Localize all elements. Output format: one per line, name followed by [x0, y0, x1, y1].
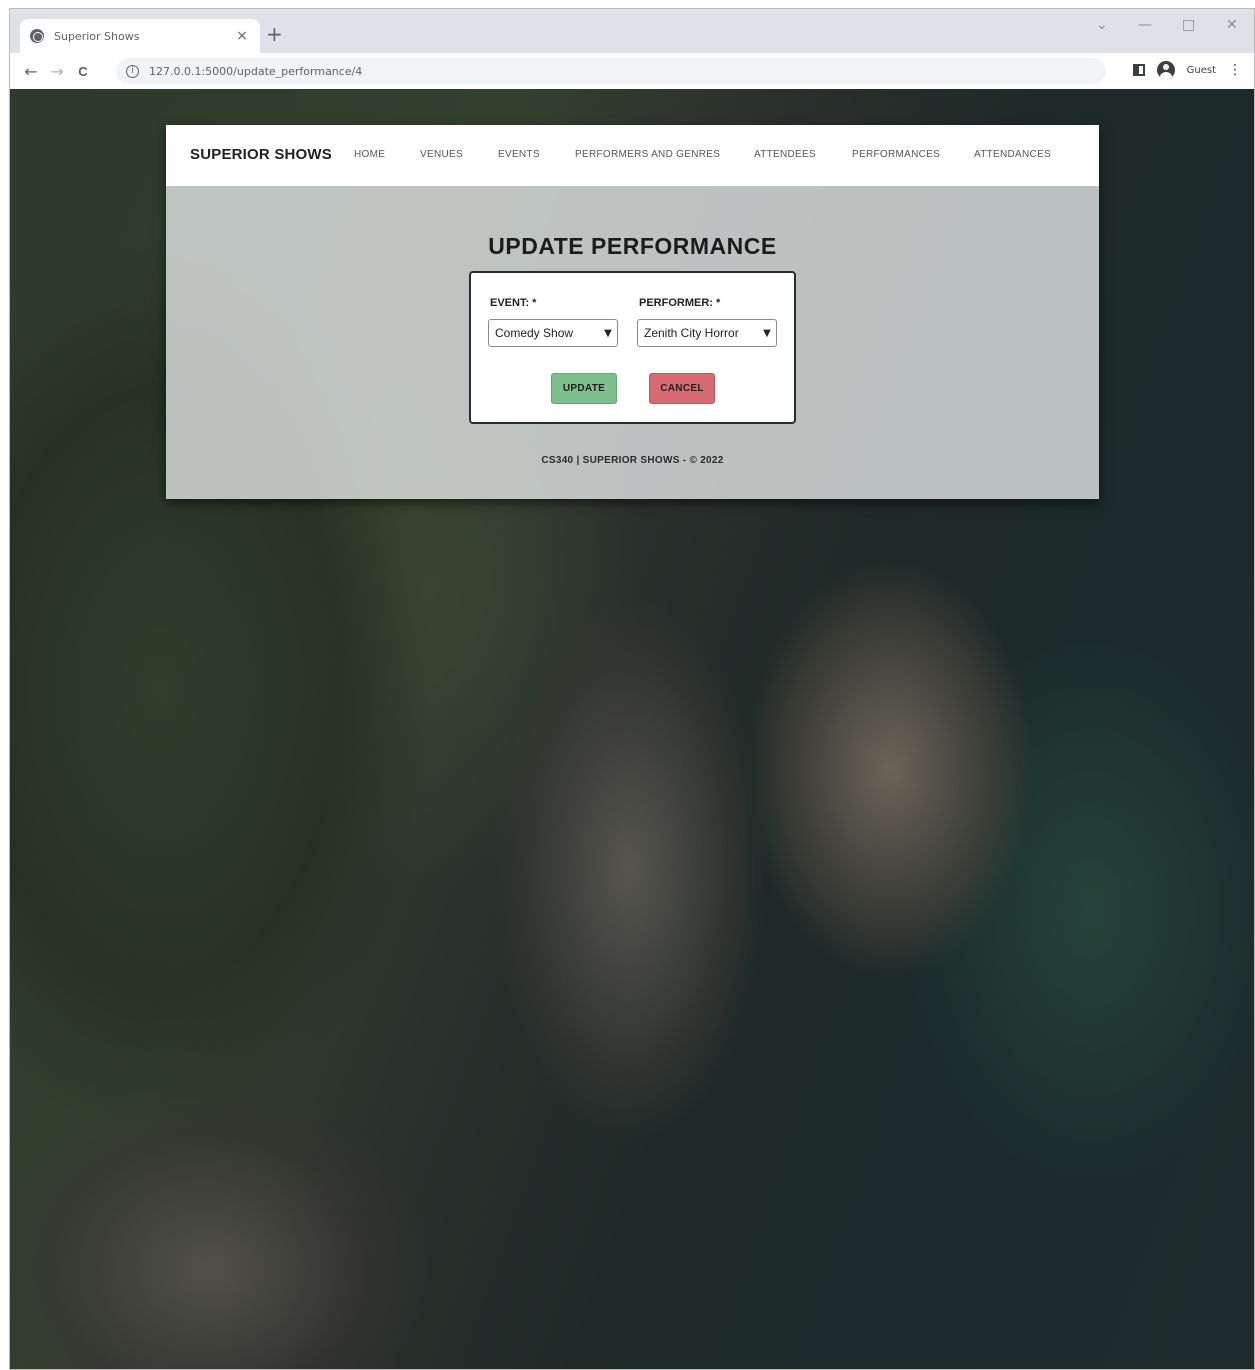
- url-text: 127.0.0.1:5000/update_performance/4: [149, 64, 363, 78]
- page-footer: CS340 | SUPERIOR SHOWS - © 2022: [541, 455, 724, 466]
- tab-strip: Superior Shows × + ⌄ — □ ✕: [10, 9, 1254, 53]
- profile-label[interactable]: Guest: [1187, 65, 1216, 76]
- tab-close-icon[interactable]: ×: [234, 28, 250, 44]
- minimize-button[interactable]: —: [1138, 17, 1152, 33]
- chevron-down-icon: ▼: [604, 327, 612, 339]
- event-label: EVENT: *: [490, 297, 537, 309]
- nav-link-attendances[interactable]: ATTENDANCES: [974, 149, 1051, 160]
- performer-label: PERFORMER: *: [639, 297, 721, 309]
- performer-select[interactable]: Zenith City Horror ▼: [637, 319, 777, 347]
- page-viewport: SUPERIOR SHOWS HOME VENUES EVENTS PERFOR…: [10, 89, 1254, 1369]
- nav-link-events[interactable]: EVENTS: [498, 149, 540, 160]
- nav-link-venues[interactable]: VENUES: [420, 149, 463, 160]
- nav-link-home[interactable]: HOME: [354, 149, 385, 160]
- info-icon[interactable]: i: [126, 64, 139, 78]
- page-title: UPDATE PERFORMANCE: [488, 233, 777, 259]
- update-performance-form: EVENT: * Comedy Show ▼ PERFORMER: * Zeni…: [469, 271, 796, 424]
- browser-window: Superior Shows × + ⌄ — □ ✕ ← → C i 127.0…: [9, 8, 1255, 1370]
- close-window-button[interactable]: ✕: [1226, 17, 1238, 33]
- browser-tab[interactable]: Superior Shows ×: [20, 19, 260, 53]
- nav-link-performers-and-genres[interactable]: PERFORMERS AND GENRES: [575, 149, 720, 160]
- profile-avatar-icon[interactable]: [1156, 61, 1175, 79]
- brand-logo[interactable]: SUPERIOR SHOWS: [190, 146, 332, 163]
- event-select[interactable]: Comedy Show ▼: [488, 319, 618, 347]
- browser-toolbar: ← → C i 127.0.0.1:5000/update_performanc…: [10, 53, 1254, 89]
- nav-link-performances[interactable]: PERFORMANCES: [852, 149, 940, 160]
- forward-button[interactable]: →: [44, 62, 70, 81]
- new-tab-button[interactable]: +: [266, 23, 283, 45]
- update-button[interactable]: UPDATE: [551, 373, 617, 404]
- cancel-button[interactable]: CANCEL: [649, 373, 715, 404]
- side-panel-icon[interactable]: [1132, 64, 1145, 76]
- address-bar[interactable]: i 127.0.0.1:5000/update_performance/4: [116, 58, 1106, 84]
- reload-button[interactable]: C: [70, 64, 96, 79]
- tab-title: Superior Shows: [54, 29, 140, 43]
- event-select-value: Comedy Show: [495, 326, 574, 340]
- menu-icon[interactable]: ⋮: [1228, 62, 1242, 78]
- site-navbar: SUPERIOR SHOWS HOME VENUES EVENTS PERFOR…: [166, 125, 1099, 186]
- content-card: SUPERIOR SHOWS HOME VENUES EVENTS PERFOR…: [166, 125, 1099, 499]
- chevron-down-icon[interactable]: ⌄: [1096, 17, 1108, 33]
- globe-icon: [30, 29, 44, 43]
- back-button[interactable]: ←: [18, 62, 44, 81]
- performer-select-value: Zenith City Horror: [644, 326, 739, 340]
- chevron-down-icon: ▼: [763, 327, 771, 339]
- nav-link-attendees[interactable]: ATTENDEES: [754, 149, 816, 160]
- maximize-button[interactable]: □: [1182, 17, 1195, 33]
